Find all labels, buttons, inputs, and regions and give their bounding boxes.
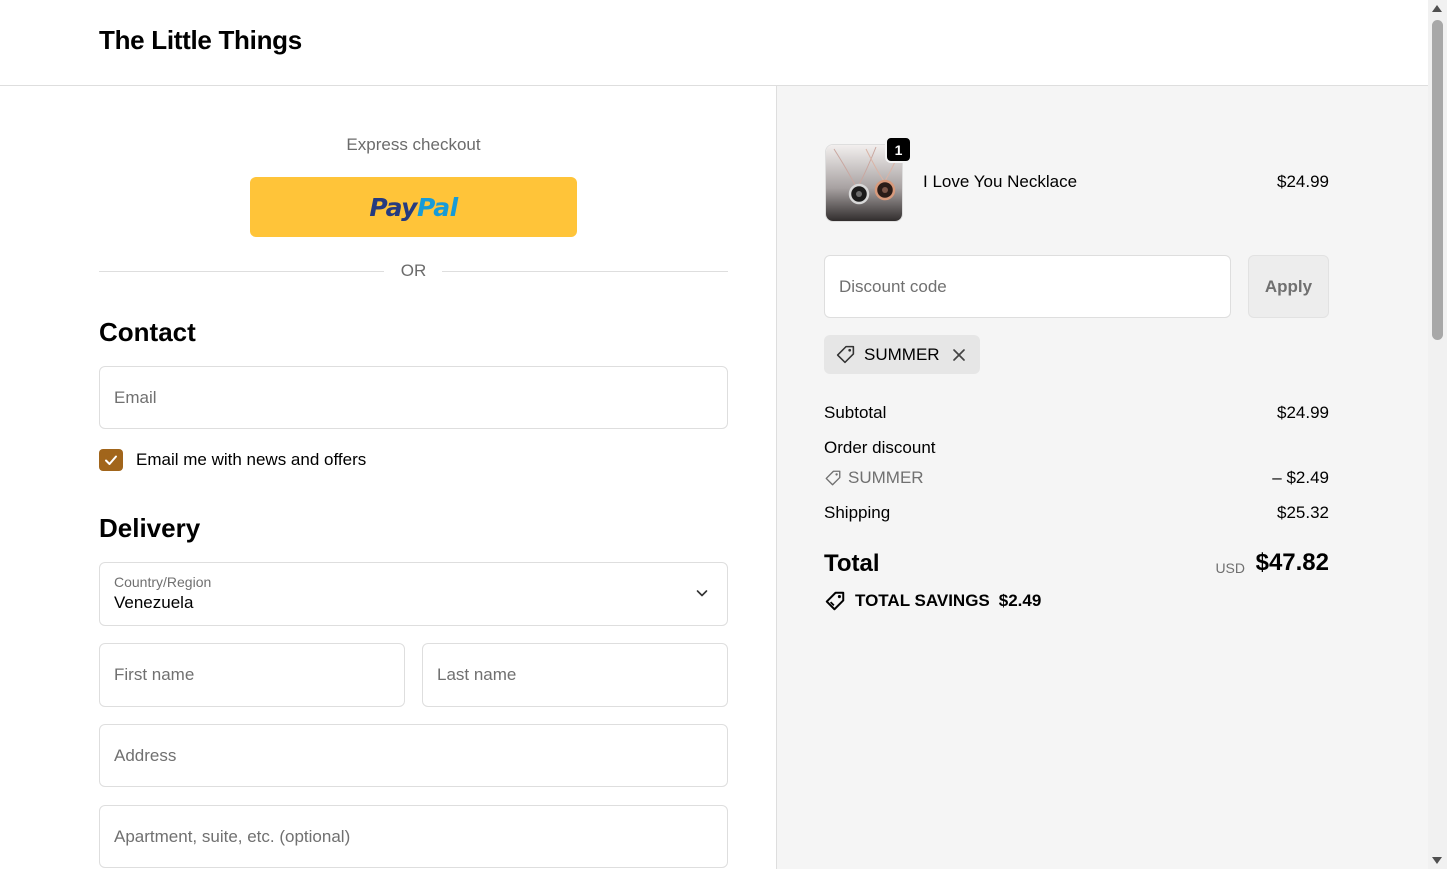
shipping-row: Shipping $25.32 <box>824 503 1329 523</box>
or-divider: OR <box>99 260 728 282</box>
newsletter-checkbox[interactable] <box>99 449 123 471</box>
subtotal-label: Subtotal <box>824 403 887 422</box>
total-savings-value: $2.49 <box>998 591 1042 610</box>
paypal-button[interactable]: PayPal <box>250 177 577 237</box>
total-currency: USD <box>1215 560 1245 576</box>
applied-discount-chip: SUMMER <box>824 335 980 374</box>
checkmark-icon <box>105 455 117 465</box>
product-price: $24.99 <box>1277 172 1329 191</box>
page-scrollbar[interactable] <box>1428 0 1447 869</box>
chevron-down-icon <box>696 590 708 597</box>
applied-discount-code: SUMMER <box>864 344 940 364</box>
savings-tag-icon <box>825 591 845 611</box>
total-savings-row: TOTAL SAVINGS $2.49 <box>824 590 1041 612</box>
apartment-field[interactable] <box>99 805 728 868</box>
tag-icon <box>825 470 841 486</box>
checkout-form-column: Express checkout PayPal OR Contact Email… <box>0 86 777 869</box>
country-select[interactable]: Country/Region Venezuela <box>99 562 728 626</box>
discount-code-input[interactable] <box>839 256 1216 317</box>
product-name: I Love You Necklace <box>923 172 1078 191</box>
total-amount: $47.82 <box>1255 549 1329 576</box>
contact-heading: Contact <box>99 317 196 347</box>
address-field[interactable] <box>99 724 728 787</box>
quantity-badge: 1 <box>885 136 912 163</box>
address-input[interactable] <box>114 725 713 786</box>
email-field[interactable] <box>99 366 728 429</box>
total-label: Total <box>824 550 880 577</box>
country-label: Country/Region <box>114 574 212 590</box>
total-savings-label: TOTAL SAVINGS <box>855 591 990 610</box>
remove-discount-button[interactable] <box>952 348 966 362</box>
email-input[interactable] <box>114 367 713 428</box>
shipping-label: Shipping <box>824 503 891 522</box>
brand-logo[interactable]: The Little Things <box>99 25 302 56</box>
header: The Little Things <box>0 0 1428 86</box>
apartment-input[interactable] <box>114 806 713 867</box>
order-discount-row: Order discount <box>824 438 1329 458</box>
newsletter-label: Email me with news and offers <box>136 450 367 469</box>
discount-code-field[interactable] <box>824 255 1231 318</box>
subtotal-row: Subtotal $24.99 <box>824 403 1329 423</box>
subtotal-value: $24.99 <box>1277 403 1329 422</box>
scroll-up-icon[interactable] <box>1432 5 1442 12</box>
order-discount-label: Order discount <box>824 438 936 457</box>
express-checkout-label: Express checkout <box>346 135 481 154</box>
first-name-field[interactable] <box>99 643 405 707</box>
discount-code-row: SUMMER – $2.49 <box>824 468 1329 488</box>
scroll-down-icon[interactable] <box>1432 857 1442 864</box>
discount-code-label: SUMMER <box>848 468 924 487</box>
apply-button[interactable]: Apply <box>1248 255 1329 318</box>
delivery-heading: Delivery <box>99 513 201 543</box>
first-name-input[interactable] <box>114 644 390 706</box>
shipping-value: $25.32 <box>1277 503 1329 522</box>
discount-value: – $2.49 <box>1272 468 1329 487</box>
close-icon <box>952 348 965 361</box>
country-value: Venezuela <box>114 593 194 612</box>
scrollbar-thumb[interactable] <box>1432 20 1443 340</box>
last-name-input[interactable] <box>437 644 713 706</box>
tag-icon <box>836 345 855 364</box>
newsletter-option[interactable]: Email me with news and offers <box>99 448 366 472</box>
order-summary: 1 I Love You Necklace $24.99 Apply SUMME… <box>777 86 1428 869</box>
last-name-field[interactable] <box>422 643 728 707</box>
paypal-logo: PayPal <box>369 192 458 222</box>
